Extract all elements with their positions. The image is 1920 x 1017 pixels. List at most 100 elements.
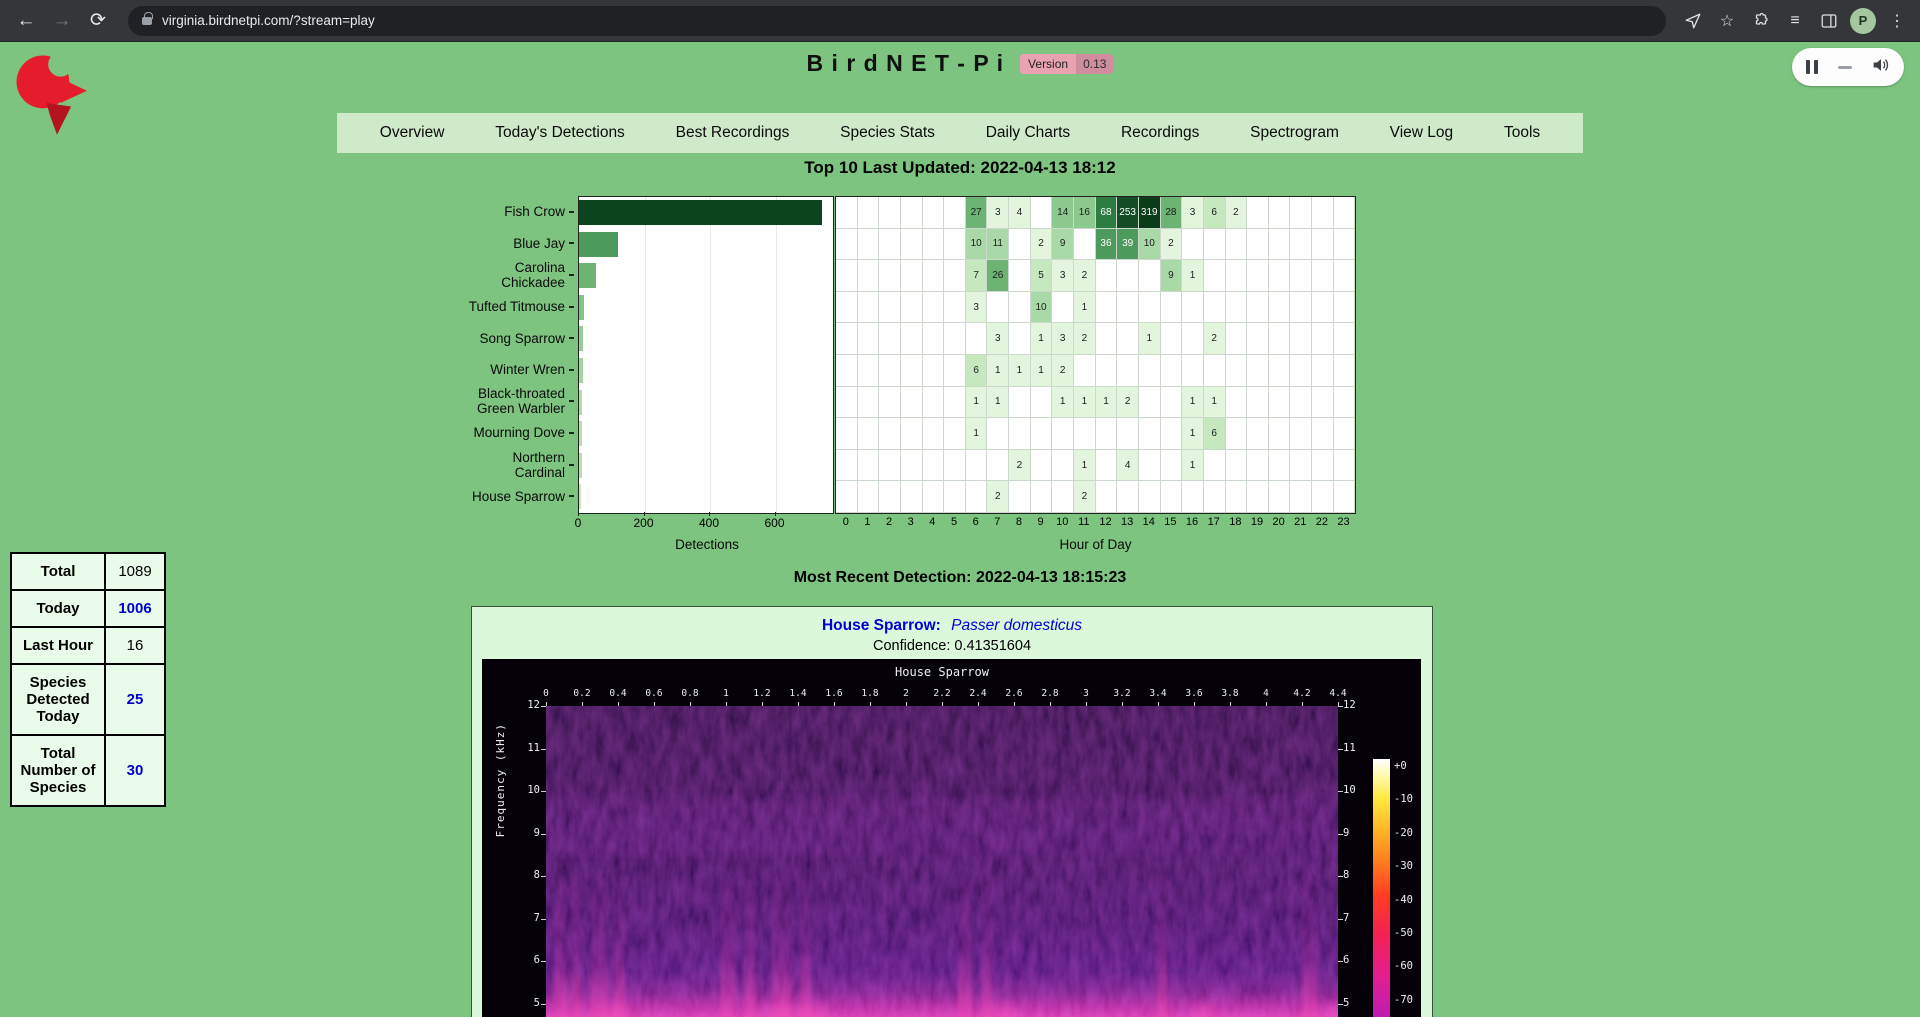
species-common-name-link[interactable]: House Sparrow: <box>822 617 941 634</box>
nav-item-recordings[interactable]: Recordings <box>1113 120 1207 146</box>
heatmap-cell-blue-jay-h2 <box>879 229 901 261</box>
heatmap-cell-house-sparrow-h10 <box>1052 481 1074 513</box>
heatmap-cell-song-sparrow-h17: 2 <box>1204 323 1226 355</box>
heatmap-cell-house-sparrow-h15 <box>1161 481 1183 513</box>
spectrogram-energy-streak <box>720 859 736 1017</box>
browser-forward-button[interactable]: → <box>46 5 78 37</box>
nav-item-view-log[interactable]: View Log <box>1382 120 1461 146</box>
heatmap-cell-winter-wren-h18 <box>1226 355 1248 387</box>
nav-item-today-s-detections[interactable]: Today's Detections <box>487 120 633 146</box>
side-panel-icon[interactable] <box>1816 8 1842 34</box>
browser-menu-icon[interactable]: ⋮ <box>1884 8 1910 34</box>
bar-x-tick-label: 0 <box>575 516 582 530</box>
spectrogram-y-tick-mark <box>1338 834 1343 835</box>
heatmap-cell-northern-cardinal-h14 <box>1139 450 1161 482</box>
x-tick-mark <box>775 512 776 516</box>
version-value: 0.13 <box>1076 54 1113 74</box>
audio-timeline[interactable] <box>1838 66 1852 69</box>
heatmap-cell-mourning-dove-h20 <box>1269 418 1291 450</box>
heatmap-cell-blue-jay-h14: 10 <box>1139 229 1161 261</box>
heatmap-cell-song-sparrow-h7: 3 <box>987 323 1009 355</box>
spectrogram-x-tick: 1.2 <box>753 688 770 699</box>
heatmap-cell-blue-jay-h10: 9 <box>1052 229 1074 261</box>
hour-tick-label: 0 <box>835 516 857 528</box>
heatmap-cell-northern-cardinal-h5 <box>944 450 966 482</box>
hour-tick-label: 9 <box>1030 516 1052 528</box>
heatmap-cell-black-throated-green-warbler-h0 <box>836 387 858 419</box>
heatmap-cell-black-throated-green-warbler-h21 <box>1290 387 1312 419</box>
heatmap-cell-carolina-chickadee-h9: 5 <box>1031 260 1053 292</box>
hour-tick-label: 10 <box>1051 516 1073 528</box>
heatmap-cell-tufted-titmouse-h14 <box>1139 292 1161 324</box>
heatmap-cell-winter-wren-h20 <box>1269 355 1291 387</box>
heatmap-cell-black-throated-green-warbler-h23 <box>1334 387 1356 419</box>
heatmap-cell-blue-jay-h12: 36 <box>1096 229 1118 261</box>
heatmap-cell-carolina-chickadee-h22 <box>1312 260 1334 292</box>
nav-item-best-recordings[interactable]: Best Recordings <box>668 120 798 146</box>
address-bar[interactable]: virginia.birdnetpi.com/?stream=play <box>128 6 1666 36</box>
bar-carolina-chickadee <box>579 263 596 288</box>
heatmap-cell-song-sparrow-h19 <box>1247 323 1269 355</box>
spectrogram-x-tick: 3.4 <box>1149 688 1166 699</box>
heatmap-cell-winter-wren-h13 <box>1117 355 1139 387</box>
bookmark-star-icon[interactable]: ☆ <box>1714 8 1740 34</box>
send-icon[interactable] <box>1680 8 1706 34</box>
heatmap-cell-song-sparrow-h16 <box>1182 323 1204 355</box>
spectrogram-y-tick-left: 10 <box>518 784 540 796</box>
heatmap-cell-song-sparrow-h23 <box>1334 323 1356 355</box>
browser-reload-button[interactable]: ⟳ <box>82 5 114 37</box>
top10-heading: Top 10 Last Updated: 2022-04-13 18:12 <box>0 158 1920 178</box>
nav-item-spectrogram[interactable]: Spectrogram <box>1242 120 1347 146</box>
bar-blue-jay <box>579 232 618 257</box>
heatmap-cell-black-throated-green-warbler-h7: 1 <box>987 387 1009 419</box>
heatmap-cell-black-throated-green-warbler-h14 <box>1139 387 1161 419</box>
profile-avatar[interactable]: P <box>1850 8 1876 34</box>
heatmap-cell-song-sparrow-h15 <box>1161 323 1183 355</box>
heatmap-cell-mourning-dove-h9 <box>1031 418 1053 450</box>
version-label: Version <box>1020 54 1076 74</box>
nav-item-species-stats[interactable]: Species Stats <box>832 120 943 146</box>
heatmap-cell-winter-wren-h16 <box>1182 355 1204 387</box>
y-tick <box>569 306 574 308</box>
heatmap-cell-black-throated-green-warbler-h9 <box>1031 387 1053 419</box>
heatmap-cell-black-throated-green-warbler-h19 <box>1247 387 1269 419</box>
stats-value-total-number-of-species[interactable]: 30 <box>105 735 165 806</box>
nav-item-overview[interactable]: Overview <box>372 120 453 146</box>
most-recent-detection-heading: Most Recent Detection: 2022-04-13 18:15:… <box>0 569 1920 587</box>
spectrogram-title: House Sparrow <box>546 665 1338 679</box>
heatmap-cell-tufted-titmouse-h22 <box>1312 292 1334 324</box>
pause-button[interactable] <box>1806 60 1818 74</box>
heatmap-cell-fish-crow-h10: 14 <box>1052 197 1074 229</box>
spectrogram-x-tick: 1.4 <box>789 688 806 699</box>
heatmap-cell-northern-cardinal-h7 <box>987 450 1009 482</box>
spectrogram-y-tick-right: 8 <box>1343 869 1365 881</box>
spectrogram-energy-streak <box>1302 859 1318 1017</box>
stats-value-species-detected-today[interactable]: 25 <box>105 664 165 735</box>
spectrogram-y-tick-left: 9 <box>518 827 540 839</box>
hour-tick-label: 1 <box>857 516 879 528</box>
heatmap-cell-fish-crow-h5 <box>944 197 966 229</box>
nav-item-daily-charts[interactable]: Daily Charts <box>978 120 1078 146</box>
gridline <box>710 197 711 513</box>
bar-x-tick-label: 200 <box>633 516 653 530</box>
hour-tick-label: 13 <box>1116 516 1138 528</box>
volume-icon[interactable] <box>1872 57 1890 78</box>
extensions-puzzle-icon[interactable] <box>1748 8 1774 34</box>
heatmap-cell-winter-wren-h4 <box>923 355 945 387</box>
stats-value-today[interactable]: 1006 <box>105 590 165 627</box>
bar-house-sparrow <box>579 484 581 509</box>
species-scientific-name-link[interactable]: Passer domesticus <box>951 617 1082 634</box>
heatmap-cell-carolina-chickadee-h21 <box>1290 260 1312 292</box>
heatmap-cell-tufted-titmouse-h3 <box>901 292 923 324</box>
heatmap-cell-house-sparrow-h6 <box>966 481 988 513</box>
stats-label: Species Detected Today <box>11 664 105 735</box>
nav-item-tools[interactable]: Tools <box>1496 120 1548 146</box>
browser-back-button[interactable]: ← <box>10 5 42 37</box>
hour-tick-label: 4 <box>922 516 944 528</box>
heatmap-cell-fish-crow-h23 <box>1334 197 1356 229</box>
heatmap-cell-tufted-titmouse-h9: 10 <box>1031 292 1053 324</box>
heatmap-cell-northern-cardinal-h17 <box>1204 450 1226 482</box>
stats-row-last-hour: Last Hour16 <box>11 627 165 664</box>
reading-list-icon[interactable]: ≡ <box>1782 8 1808 34</box>
spectrogram-x-tick: 3.6 <box>1185 688 1202 699</box>
